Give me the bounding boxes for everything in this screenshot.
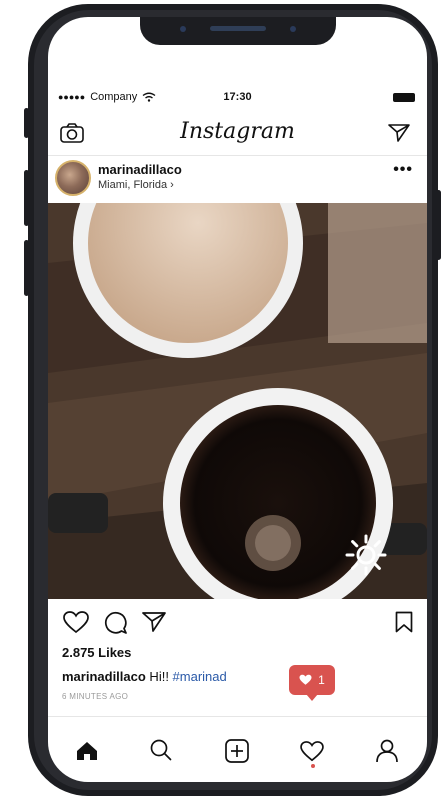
status-time: 17:30 — [223, 91, 252, 103]
loading-spinner-icon — [345, 534, 387, 576]
mute-switch — [24, 108, 29, 138]
home-icon[interactable] — [76, 741, 98, 761]
likes-count[interactable]: 2.875 Likes — [62, 645, 131, 660]
activity-notification[interactable]: 1 — [289, 665, 335, 695]
profile-icon[interactable] — [376, 739, 398, 763]
instagram-logo: Instagram — [180, 119, 295, 144]
add-icon[interactable] — [225, 739, 249, 763]
heart-icon[interactable] — [300, 741, 324, 762]
send-icon[interactable] — [388, 123, 410, 143]
activity-indicator-dot — [311, 764, 315, 768]
share-icon[interactable] — [142, 611, 166, 633]
post-actions — [48, 603, 427, 641]
search-icon[interactable] — [150, 739, 172, 761]
heart-icon[interactable] — [63, 611, 89, 634]
caption-username[interactable]: marinadillaco — [62, 669, 146, 684]
phone-notch — [140, 17, 336, 45]
speaker-grille — [210, 26, 266, 31]
status-bar: ●●●●● Company 17:30 — [48, 89, 427, 107]
more-options-icon[interactable]: ••• — [393, 161, 413, 179]
avatar[interactable] — [55, 160, 91, 196]
app-screen: ●●●●● Company 17:30 Instagram marinadill… — [48, 17, 427, 782]
caption-hashtag[interactable]: #marinad — [173, 669, 227, 684]
notification-count: 1 — [318, 673, 325, 687]
post-header: marinadillaco Miami, Florida › ••• — [48, 157, 427, 203]
volume-up-button — [24, 170, 29, 226]
post-location[interactable]: Miami, Florida › — [98, 179, 174, 191]
power-button — [436, 190, 441, 260]
tab-bar — [48, 716, 427, 782]
volume-down-button — [24, 240, 29, 296]
app-header: Instagram — [48, 111, 427, 156]
bookmark-icon[interactable] — [395, 611, 413, 633]
post-caption: marinadillaco Hi!! #marinad — [62, 669, 227, 684]
battery-icon — [393, 93, 415, 102]
heart-icon — [299, 674, 312, 685]
post-image[interactable] — [48, 203, 427, 599]
sensor-dot — [290, 26, 296, 32]
post-timestamp: 6 MINUTES AGO — [62, 692, 129, 701]
caption-text: Hi!! — [145, 669, 173, 684]
camera-dot — [180, 26, 186, 32]
notification-pointer — [306, 694, 318, 701]
post-username[interactable]: marinadillaco — [98, 162, 182, 177]
comment-icon[interactable] — [104, 611, 128, 635]
